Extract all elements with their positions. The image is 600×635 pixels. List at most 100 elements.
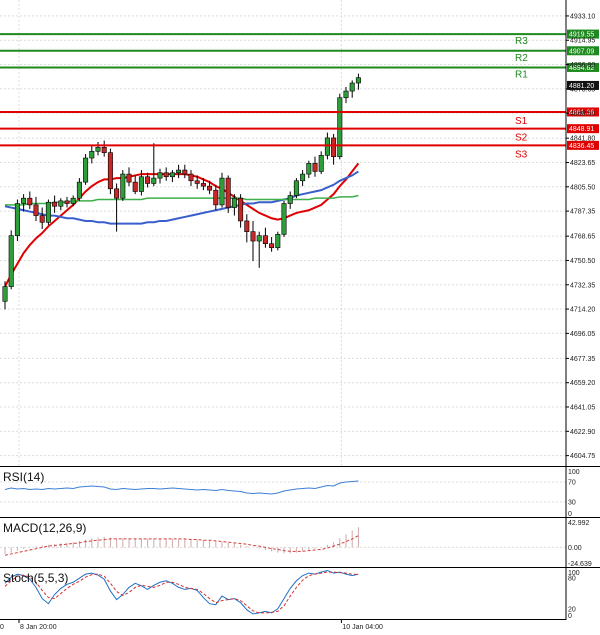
indicator-tick-label: 0 xyxy=(568,511,572,518)
candle-body xyxy=(281,203,287,235)
indicator-title: Stoch(5,5,3) xyxy=(3,571,68,585)
price-chart: R3 4919.55 R2 4907.09 R1 4894.62 S1 4861.38 S2 48… xyxy=(0,0,600,635)
candle-body xyxy=(169,172,175,178)
pivot-name-label: S2 xyxy=(515,133,528,144)
candle xyxy=(281,200,287,238)
candle-body xyxy=(343,90,349,99)
candle xyxy=(225,175,231,213)
candle-body xyxy=(157,172,163,179)
pivot-name-label: R2 xyxy=(515,53,528,64)
price-tick-label: 4604.75 xyxy=(570,453,595,460)
indicator-tick-label: 0 xyxy=(568,613,572,620)
price-tick-label: 4750.50 xyxy=(570,258,595,265)
candle-body xyxy=(14,203,20,236)
candle-body xyxy=(83,157,89,183)
candle-body xyxy=(306,163,312,175)
candle-body xyxy=(213,189,219,206)
candle-body xyxy=(101,146,107,153)
candle-body xyxy=(163,172,169,178)
candle-body xyxy=(145,176,151,184)
candle-body xyxy=(244,220,250,232)
candle-body xyxy=(324,137,330,156)
candle xyxy=(14,199,20,242)
pivot-name-label: R1 xyxy=(515,69,528,80)
candle-body xyxy=(300,173,306,182)
candle-body xyxy=(188,173,194,182)
pivot-name-label: R3 xyxy=(515,36,528,47)
time-tick-label: 8 Jan 20:00 xyxy=(20,624,57,631)
chart-canvas: R34919.55R24907.09R14894.62S14861.38S248… xyxy=(0,0,600,635)
candle-body xyxy=(182,169,188,175)
indicator-tick-label: 42.992 xyxy=(568,520,590,527)
candle xyxy=(107,148,113,195)
candle-body xyxy=(231,197,237,208)
candle-body xyxy=(293,180,299,196)
price-tick-label: 4933.10 xyxy=(570,13,595,20)
candle-body xyxy=(207,185,213,191)
price-tick-label: 4823.65 xyxy=(570,160,595,167)
candle xyxy=(275,231,281,251)
price-tick-label: 4659.20 xyxy=(570,380,595,387)
candle-body xyxy=(89,151,95,159)
candle-body xyxy=(52,201,58,207)
price-tick-label: 4896.80 xyxy=(570,62,595,69)
candle-body xyxy=(8,235,14,287)
indicator-title: MACD(12,26,9) xyxy=(3,521,86,535)
candle-body xyxy=(312,163,318,172)
price-tick-label: 4841.80 xyxy=(570,136,595,143)
pivot-price-badge-text: 4907.09 xyxy=(569,48,594,55)
candle-body xyxy=(349,82,355,92)
candle xyxy=(219,172,225,208)
price-tick-label: 4677.35 xyxy=(570,356,595,363)
candle-body xyxy=(45,201,51,223)
price-tick-label: 4805.50 xyxy=(570,184,595,191)
candle-body xyxy=(219,177,225,206)
candle-body xyxy=(70,197,76,204)
candle-body xyxy=(27,197,33,206)
candle xyxy=(120,170,126,201)
candle-body xyxy=(151,177,157,184)
candle-body xyxy=(250,231,256,242)
price-tick-label: 4622.90 xyxy=(570,429,595,436)
candle xyxy=(8,230,14,290)
candle-body xyxy=(337,97,343,157)
candle-body xyxy=(256,235,262,242)
candle-body xyxy=(95,146,101,152)
candle-body xyxy=(114,188,120,199)
candle-body xyxy=(318,155,324,172)
price-tick-label: 4714.20 xyxy=(570,307,595,314)
candle-body xyxy=(138,176,144,192)
candle-body xyxy=(120,173,126,199)
price-tick-label: 4787.35 xyxy=(570,209,595,216)
candle xyxy=(293,178,299,199)
indicator-tick-label: 70 xyxy=(568,480,576,487)
current-price-label: 4881.20 xyxy=(569,83,594,90)
indicator-tick-label: 100 xyxy=(568,469,580,476)
candle-body xyxy=(355,77,361,84)
price-tick-label: 4860.50 xyxy=(570,111,595,118)
candle xyxy=(337,93,343,160)
price-tick-label: 4732.35 xyxy=(570,282,595,289)
indicator-tick-label: 0.00 xyxy=(568,545,582,552)
candle-body xyxy=(107,152,113,190)
candle-body xyxy=(176,169,182,174)
candle-body xyxy=(275,234,281,249)
indicator-title: RSI(14) xyxy=(3,470,44,484)
candle-body xyxy=(21,197,27,204)
price-tick-label: 4641.05 xyxy=(570,405,595,412)
price-tick-label: 4914.95 xyxy=(570,38,595,45)
candle-body xyxy=(39,215,45,223)
time-label-prefix: 0 xyxy=(0,624,4,631)
candle-body xyxy=(2,286,8,302)
pivot-price-badge-text: 4848.91 xyxy=(569,126,594,133)
candle-body xyxy=(76,181,82,199)
candle-body xyxy=(287,195,293,204)
chart-background xyxy=(0,0,600,635)
current-price-marker: 4881.20 xyxy=(567,80,599,90)
candle-body xyxy=(64,200,70,204)
candle-body xyxy=(33,204,39,216)
candle-body xyxy=(331,137,337,157)
candle-body xyxy=(126,173,132,183)
indicator-tick-label: 30 xyxy=(568,500,576,507)
candle xyxy=(45,199,51,225)
